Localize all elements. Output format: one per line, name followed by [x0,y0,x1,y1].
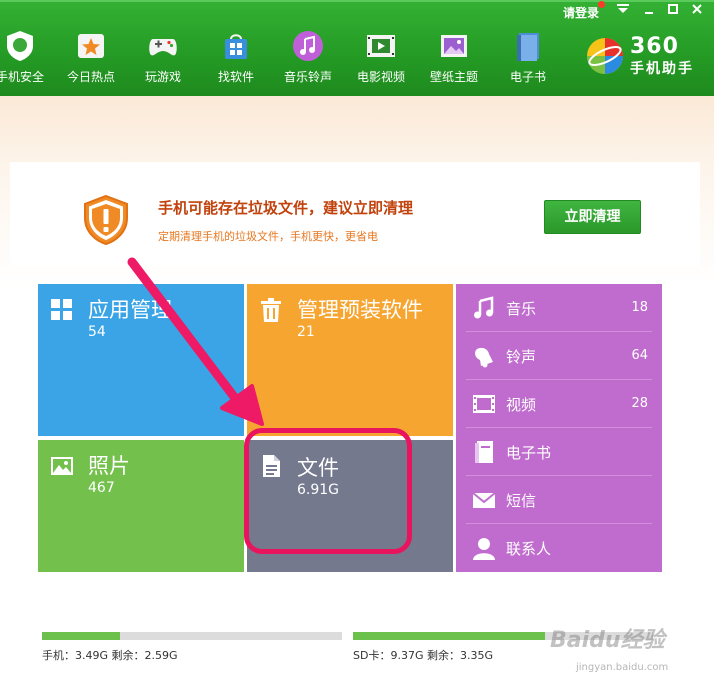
tile-app-management[interactable]: 应用管理 54 [38,284,244,436]
tile-title: 应用管理 [88,298,172,322]
nav-item-music-ringtones[interactable]: 音乐铃声 [272,30,344,92]
book-icon [517,33,539,61]
brand-logo-icon [587,38,623,74]
maximize-icon[interactable] [664,3,682,19]
media-item-label: 音乐 [506,300,537,318]
media-item-count: 64 [631,348,648,363]
nav-item-find-software[interactable]: 找软件 [200,30,272,92]
nav-item-label: 音乐铃声 [283,70,332,84]
media-item-ringtones[interactable]: 铃声 64 [456,332,662,380]
media-list-panel: 音乐 18 铃声 64 视频 28 电子书 短信 联系人 [456,284,662,572]
shopping-bag-icon [225,34,247,59]
minimize-icon[interactable] [640,3,658,19]
gamepad-icon [149,39,177,56]
brand-name: 手机助手 [630,61,694,77]
warning-shield-icon [84,194,128,246]
media-item-label: 铃声 [506,348,537,366]
watermark-logo: Baidu经验 [550,628,665,653]
film-icon [367,35,395,57]
picture-icon [441,35,467,57]
login-link[interactable]: 请登录 [563,4,599,21]
nav-item-label: 电子书 [509,70,546,84]
media-item-videos[interactable]: 视频 28 [456,380,662,428]
picture-icon [51,457,73,475]
phone-storage-fill [42,632,120,640]
media-item-ebooks[interactable]: 电子书 [456,428,662,476]
nav-item-label: 找软件 [217,70,254,84]
nav-item-label: 手机安全 [0,70,44,84]
media-item-label: 短信 [506,492,537,510]
nav-item-movies-video[interactable]: 电影视频 [345,30,417,92]
close-icon[interactable] [688,3,706,19]
tile-preinstalled-apps[interactable]: 管理预装软件 21 [247,284,453,436]
nav-item-label: 今日热点 [66,70,115,84]
nav-item-ebooks[interactable]: 电子书 [492,30,564,92]
media-item-label: 联系人 [506,540,552,558]
watermark-url: jingyan.baidu.com [576,662,669,673]
sd-storage-fill [353,632,545,640]
media-item-count: 18 [631,300,648,315]
book-icon [475,441,493,463]
notification-dot [598,1,605,8]
envelope-icon [472,492,496,508]
alert-subtitle: 定期清理手机的垃圾文件，手机更快，更省电 [158,230,378,243]
alert-title: 手机可能存在垃圾文件，建议立即清理 [158,199,414,217]
music-note-icon [293,31,323,61]
tile-count: 54 [88,324,106,340]
menu-icon[interactable] [614,3,632,19]
shield-icon [7,31,33,61]
nav-item-label: 壁纸主题 [429,70,478,84]
nav-item-phone-security[interactable]: 手机安全 [0,30,56,92]
media-item-count: 28 [631,396,648,411]
star-icon [78,34,104,58]
bell-icon [475,347,493,368]
tile-count: 21 [297,324,315,340]
files-highlight-box [244,428,412,554]
brand-number: 360 [630,34,679,59]
tile-count: 467 [88,480,115,496]
media-item-music[interactable]: 音乐 18 [456,284,662,332]
trash-icon [261,298,281,322]
media-item-contacts[interactable]: 联系人 [456,524,662,572]
person-icon [473,538,495,560]
media-item-label: 电子书 [506,444,552,462]
film-icon [473,395,495,413]
tile-photos[interactable]: 照片 467 [38,440,244,572]
nav-item-games[interactable]: 玩游戏 [127,30,199,92]
tile-title: 管理预装软件 [297,298,423,322]
grid-apps-icon [51,299,72,320]
sd-storage-label: SD卡：9.37G 剩余：3.35G [353,649,493,662]
media-item-label: 视频 [506,396,537,414]
media-item-sms[interactable]: 短信 [456,476,662,524]
nav-item-label: 电影视频 [356,70,405,84]
phone-storage-bar [42,632,342,640]
music-note-icon [474,296,494,319]
nav-item-hot-today[interactable]: 今日热点 [55,30,127,92]
nav-item-wallpaper-themes[interactable]: 壁纸主题 [418,30,490,92]
tile-title: 照片 [88,454,130,478]
phone-storage-label: 手机：3.49G 剩余：2.59G [42,649,178,662]
nav-item-label: 玩游戏 [144,70,181,84]
clean-now-button[interactable]: 立即清理 [544,200,641,234]
